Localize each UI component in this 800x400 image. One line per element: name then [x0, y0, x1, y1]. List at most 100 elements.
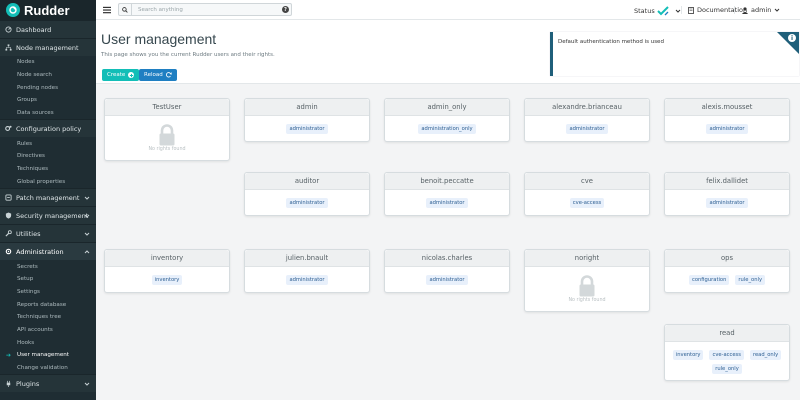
top-bar: Search anything ? Status Documentation a… [96, 0, 800, 20]
role-badge: cve-access [569, 197, 605, 208]
sidebar-item-directives[interactable]: Directives [0, 150, 96, 163]
sidebar-item-api-accounts[interactable]: API accounts [0, 324, 96, 337]
sidebar-item-node-search[interactable]: Node search [0, 69, 96, 82]
user-card-name: alexandre.brianceau [525, 99, 649, 116]
user-card[interactable]: alexis.mousset administrator [664, 98, 790, 142]
user-card[interactable]: nicolas.charles administrator [384, 249, 510, 293]
sidebar-item-techniques-tree[interactable]: Techniques tree [0, 311, 96, 324]
user-menu[interactable]: admin [734, 6, 783, 14]
status-label: Status [634, 7, 655, 15]
user-card[interactable]: inventory inventory [104, 249, 230, 293]
sidebar-item-nodes[interactable]: Nodes [0, 56, 96, 69]
search-input[interactable]: Search anything [138, 7, 183, 13]
status-check-icon [657, 6, 669, 16]
user-card[interactable]: admin administrator [244, 98, 370, 142]
role-badge: administrator [566, 123, 608, 134]
no-rights-indicator: No rights found [148, 124, 186, 152]
sidebar-item-label: Reports database [17, 301, 67, 308]
sidebar-section-configuration-policy[interactable]: Configuration policy [0, 119, 96, 138]
sidebar-item-pending-nodes[interactable]: Pending nodes [0, 81, 96, 94]
user-card[interactable]: benoit.peccatte administrator [384, 172, 510, 216]
sidebar-item-hooks[interactable]: Hooks [0, 336, 96, 349]
user-card-roles: administrator [665, 116, 789, 141]
no-rights-indicator: No rights found [568, 275, 606, 303]
role-badge: administrator [286, 274, 328, 285]
user-card[interactable]: felix.dallidet administrator [664, 172, 790, 216]
sidebar-section-dashboard[interactable]: Dashboard [0, 20, 96, 38]
main-content: User management This page shows you the … [96, 20, 800, 400]
create-button[interactable]: Create [102, 69, 140, 81]
book-icon [688, 6, 694, 14]
sidebar-section-administration[interactable]: Administration [0, 242, 96, 261]
user-card[interactable]: admin_only administration_only [384, 98, 510, 142]
role-badge: configuration [688, 274, 730, 285]
chevron-down-icon [84, 195, 90, 201]
sidebar-item-global-properties[interactable]: Global properties [0, 176, 96, 189]
user-card-name: admin_only [385, 99, 509, 116]
sidebar-item-settings[interactable]: Settings [0, 286, 96, 299]
role-badge: rule_only [712, 364, 742, 374]
status-menu[interactable]: Status [634, 6, 681, 16]
user-card-roles: administrator [385, 190, 509, 215]
user-card-name: benoit.peccatte [385, 173, 509, 190]
user-card[interactable]: ops configuration rule_only [664, 249, 790, 293]
sidebar-item-secrets[interactable]: Secrets [0, 260, 96, 273]
user-card-name: admin [245, 99, 369, 116]
user-card-roles: administrator [245, 267, 369, 292]
sidebar-item-reports-database[interactable]: Reports database [0, 298, 96, 311]
sidebar-item-data-sources[interactable]: Data sources [0, 107, 96, 120]
sidebar-item-label: Secrets [17, 263, 38, 270]
sidebar-section-utilities[interactable]: Utilities [0, 224, 96, 243]
reload-button[interactable]: Reload [139, 69, 177, 81]
plus-icon [128, 72, 135, 78]
user-card[interactable]: read inventory cve-access read_only rule_onl… [664, 324, 790, 381]
role-badge: administrator [286, 197, 328, 208]
sidebar-section-patch-management[interactable]: Patch management [0, 188, 96, 207]
user-card-roles: administrator [665, 190, 789, 215]
refresh-icon [165, 72, 172, 78]
chevron-down-icon [84, 381, 90, 387]
sidebar-item-techniques[interactable]: Techniques [0, 163, 96, 176]
user-icon [742, 6, 748, 14]
hamburger-menu-icon[interactable] [102, 5, 112, 15]
sidebar-item-setup[interactable]: Setup [0, 273, 96, 286]
info-text: Default authentication method is used [558, 39, 664, 45]
sidebar-section-security-management[interactable]: Security management [0, 206, 96, 225]
sidebar-item-label: Global properties [17, 178, 66, 185]
sidebar-item-change-validation[interactable]: Change validation [0, 362, 96, 375]
sidebar-section-label: Configuration policy [16, 124, 82, 133]
user-card-roles: configuration rule_only [665, 267, 789, 292]
sidebar: Rudder Dashboard Node management Nodes Node… [0, 0, 96, 400]
sidebar-section-node-management[interactable]: Node management [0, 38, 96, 56]
brand[interactable]: Rudder [0, 0, 96, 20]
user-card-name: cve [525, 173, 649, 190]
info-callout: Default authentication method is used i [550, 32, 799, 76]
user-card[interactable]: noright No rights found [524, 249, 650, 312]
user-card[interactable]: auditor administrator [244, 172, 370, 216]
sidebar-section-plugins[interactable]: Plugins [0, 374, 96, 393]
user-card-roles: No rights found [105, 116, 229, 160]
sidebar-item-groups[interactable]: Groups [0, 94, 96, 107]
user-card[interactable]: cve cve-access [524, 172, 650, 216]
search-icon [119, 4, 132, 15]
search-bar[interactable]: Search anything ? [118, 3, 292, 16]
user-card-name: felix.dallidet [665, 173, 789, 190]
role-badge: inventory [151, 274, 183, 285]
sidebar-item-user-management[interactable]: ➔ User management [0, 349, 96, 362]
role-badge: read_only [749, 350, 782, 360]
page-title: User management [101, 31, 217, 47]
sidebar-item-label: Hooks [17, 339, 35, 346]
user-card-roles: inventory [105, 267, 229, 292]
help-icon[interactable]: ? [282, 6, 289, 13]
sidebar-item-rules[interactable]: Rules [0, 137, 96, 150]
user-card-name: julien.bnault [245, 250, 369, 267]
role-badge: administrator [426, 197, 468, 208]
user-card[interactable]: alexandre.brianceau administrator [524, 98, 650, 142]
sidebar-item-label: API accounts [17, 326, 53, 333]
sidebar-section-label: Node management [16, 43, 79, 52]
user-card[interactable]: TestUser No rights found [104, 98, 230, 161]
arrow-right-icon: ➔ [6, 351, 12, 359]
user-card[interactable]: julien.bnault administrator [244, 249, 370, 293]
page-description: This page shows you the current Rudder u… [101, 52, 275, 58]
sidebar-item-label: Node search [17, 72, 52, 79]
